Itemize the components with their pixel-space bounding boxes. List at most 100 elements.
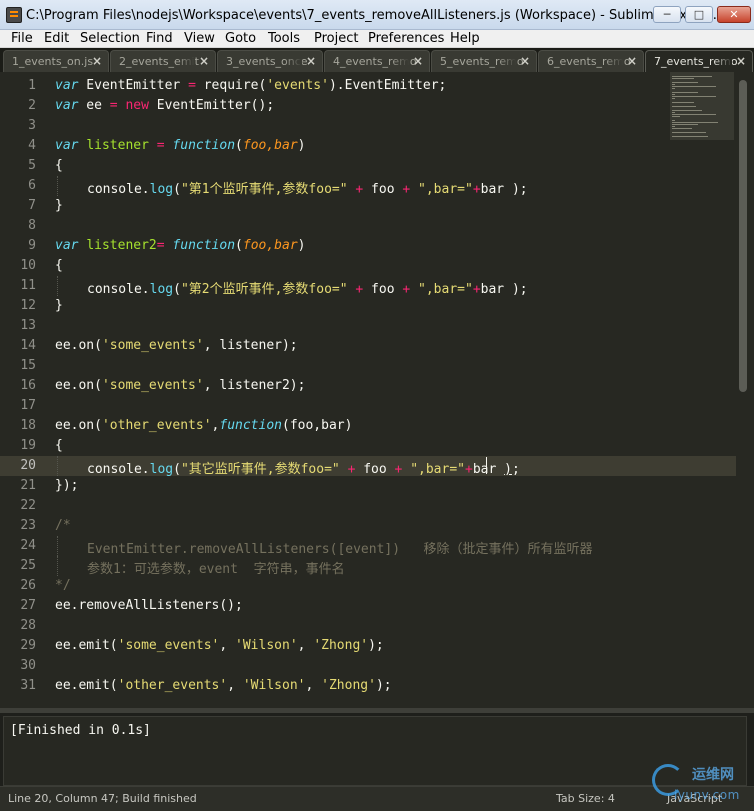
minimize-button[interactable]: ─ xyxy=(653,6,681,23)
code-line-12: } xyxy=(55,298,63,313)
tab-1-events-on[interactable]: 1_events_on.js × xyxy=(3,50,109,72)
code-line-19: { xyxy=(55,438,63,453)
line-number: 5 xyxy=(28,158,36,173)
line-number: 24 xyxy=(20,538,36,553)
window-title: C:\Program Files\nodejs\Workspace\events… xyxy=(26,8,721,23)
code-line-9: var listener2= function(foo,bar) xyxy=(55,238,306,253)
minimap-line xyxy=(672,132,706,133)
tab-7-events-remove-active[interactable]: 7_events_remo × xyxy=(645,50,753,72)
maximize-button[interactable]: □ xyxy=(685,6,713,23)
code-line-26: */ xyxy=(55,578,71,593)
tab-close-icon[interactable]: × xyxy=(199,54,209,68)
tab-label: 1_events_on.js xyxy=(12,55,94,68)
menu-help[interactable]: Help xyxy=(450,30,480,47)
minimap-line xyxy=(672,96,716,97)
line-number-gutter: 1 2 3 4 5 6 7 8 9 10 11 12 13 14 15 16 17 18 19 20 21 22 23 24 2… xyxy=(0,72,44,708)
line-number: 29 xyxy=(20,638,36,653)
minimap-line xyxy=(672,112,675,113)
code-editor[interactable]: 1 2 3 4 5 6 7 8 9 10 11 12 13 14 15 16 17 18 19 20 21 22 23 24 2… xyxy=(0,72,754,708)
line-number: 11 xyxy=(20,278,36,293)
menu-project[interactable]: Project xyxy=(314,30,358,47)
minimap-line xyxy=(672,124,698,125)
minimap-line xyxy=(672,102,694,103)
menu-find[interactable]: Find xyxy=(146,30,173,47)
tab-3-events-once[interactable]: 3_events_once × xyxy=(217,50,323,72)
menu-view[interactable]: View xyxy=(184,30,215,47)
indent-guide xyxy=(57,456,58,476)
line-number: 23 xyxy=(20,518,36,533)
code-line-14: ee.on('some_events', listener); xyxy=(55,338,298,353)
line-number: 21 xyxy=(20,478,36,493)
line-number: 13 xyxy=(20,318,36,333)
minimap-line xyxy=(672,86,716,87)
code-line-18: ee.on('other_events',function(foo,bar) xyxy=(55,418,353,433)
vertical-scrollbar[interactable] xyxy=(736,72,754,708)
code-line-23: /* xyxy=(55,518,71,533)
line-number: 22 xyxy=(20,498,36,513)
tab-5-events-remove[interactable]: 5_events_remo × xyxy=(431,50,537,72)
tab-close-icon[interactable]: × xyxy=(627,54,637,68)
tab-close-icon[interactable]: × xyxy=(306,54,316,68)
line-number: 2 xyxy=(28,98,36,113)
tab-close-icon[interactable]: × xyxy=(413,54,423,68)
tab-close-icon[interactable]: × xyxy=(520,54,530,68)
indent-guide xyxy=(57,276,58,296)
title-bar: C:\Program Files\nodejs\Workspace\events… xyxy=(0,0,754,30)
code-line-31: ee.emit('other_events', 'Wilson', 'Zhong… xyxy=(55,678,392,693)
code-line-1: var EventEmitter = require('events').Eve… xyxy=(55,78,447,93)
tab-close-icon[interactable]: × xyxy=(92,54,102,68)
build-output-area[interactable]: [Finished in 0.1s] xyxy=(3,716,747,786)
minimap-line xyxy=(672,136,708,137)
line-number: 6 xyxy=(28,178,36,193)
menu-file[interactable]: File xyxy=(11,30,33,47)
watermark-text: 运维网 xyxy=(692,767,734,783)
tab-2-events-emit[interactable]: 2_events_emit × xyxy=(110,50,216,72)
code-line-4: var listener = function(foo,bar) xyxy=(55,138,306,153)
line-number: 14 xyxy=(20,338,36,353)
minimap-line xyxy=(672,128,692,129)
minimap-line xyxy=(672,106,696,107)
scrollbar-thumb[interactable] xyxy=(739,80,747,392)
code-line-16: ee.on('some_events', listener2); xyxy=(55,378,306,393)
code-line-2: var ee = new EventEmitter(); xyxy=(55,98,275,113)
menu-selection[interactable]: Selection xyxy=(80,30,140,47)
tab-6-events-remove[interactable]: 6_events_remo × xyxy=(538,50,644,72)
minimap-line xyxy=(672,110,702,111)
minimap-line xyxy=(672,88,675,89)
minimap[interactable] xyxy=(670,72,734,140)
line-number: 12 xyxy=(20,298,36,313)
code-line-7: } xyxy=(55,198,63,213)
tab-bar: 1_events_on.js × 2_events_emit × 3_event… xyxy=(0,48,754,72)
minimap-line xyxy=(672,98,675,99)
code-line-10: { xyxy=(55,258,63,273)
menu-goto[interactable]: Goto xyxy=(225,30,256,47)
minimap-line xyxy=(672,94,675,95)
line-number: 17 xyxy=(20,398,36,413)
status-tab-size[interactable]: Tab Size: 4 xyxy=(556,792,615,805)
line-number: 18 xyxy=(20,418,36,433)
menu-preferences[interactable]: Preferences xyxy=(368,30,444,47)
watermark-logo: 运维网 iyunv.com xyxy=(648,762,752,808)
close-window-button[interactable]: ✕ xyxy=(717,6,751,23)
line-number: 20 xyxy=(20,458,36,473)
code-line-27: ee.removeAllListeners(); xyxy=(55,598,243,613)
line-number: 9 xyxy=(28,238,36,253)
build-output-panel: [Finished in 0.1s] xyxy=(0,708,754,786)
menu-tools[interactable]: Tools xyxy=(268,30,300,47)
minimap-line xyxy=(672,126,675,127)
indent-guide xyxy=(57,536,58,556)
line-number: 10 xyxy=(20,258,36,273)
code-line-29: ee.emit('some_events', 'Wilson', 'Zhong'… xyxy=(55,638,384,653)
line-number: 4 xyxy=(28,138,36,153)
minimap-line xyxy=(672,84,675,85)
code-line-5: { xyxy=(55,158,63,173)
code-line-21: }); xyxy=(55,478,79,493)
status-bar: Line 20, Column 47; Build finished Tab S… xyxy=(0,786,754,811)
tab-close-icon[interactable]: × xyxy=(736,54,746,68)
menu-bar: File Edit Selection Find View Goto Tools… xyxy=(0,30,754,48)
indent-guide xyxy=(57,556,58,576)
line-number: 1 xyxy=(28,78,36,93)
menu-edit[interactable]: Edit xyxy=(44,30,69,47)
tab-4-events-remove[interactable]: 4_events_remo × xyxy=(324,50,430,72)
minimap-line xyxy=(672,82,698,83)
